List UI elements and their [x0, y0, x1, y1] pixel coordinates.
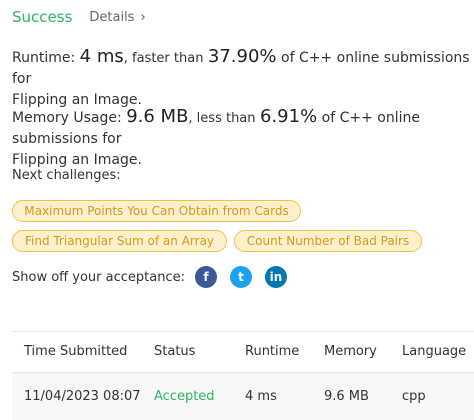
memory-value: 9.6 MB: [126, 106, 189, 127]
details-label: Details: [89, 9, 135, 25]
runtime-comparison: , faster than: [123, 51, 204, 66]
details-link[interactable]: Details ›: [89, 10, 145, 25]
chevron-right-icon: ›: [140, 9, 146, 25]
memory-comparison: , less than: [188, 111, 256, 126]
cell-language: cpp: [402, 389, 426, 404]
runtime-value: 4 ms: [79, 46, 124, 67]
column-header-time[interactable]: Time Submitted: [24, 344, 127, 359]
cell-time: 11/04/2023 08:07: [24, 389, 141, 404]
runtime-label: Runtime:: [12, 50, 76, 66]
column-header-language[interactable]: Language: [402, 344, 466, 359]
next-challenges-label: Next challenges:: [12, 168, 121, 183]
column-header-status[interactable]: Status: [154, 344, 195, 359]
linkedin-icon[interactable]: in: [265, 266, 287, 288]
challenge-pill[interactable]: Count Number of Bad Pairs: [234, 230, 422, 252]
cell-runtime: 4 ms: [245, 389, 277, 404]
cell-status-accepted[interactable]: Accepted: [154, 389, 215, 404]
memory-percent: 6.91%: [259, 106, 318, 127]
column-header-memory[interactable]: Memory: [324, 344, 377, 359]
column-header-runtime[interactable]: Runtime: [245, 344, 299, 359]
submissions-table: Time Submitted Status Runtime Memory Lan…: [12, 331, 474, 420]
status-success: Success: [12, 8, 73, 26]
memory-problem: Flipping an Image.: [12, 152, 142, 168]
memory-label: Memory Usage:: [12, 110, 122, 126]
cell-memory: 9.6 MB: [324, 389, 369, 404]
facebook-icon[interactable]: f: [195, 266, 217, 288]
challenge-pill[interactable]: Find Triangular Sum of an Array: [12, 230, 227, 252]
challenge-pill[interactable]: Maximum Points You Can Obtain from Cards: [12, 200, 301, 222]
result-header: Success Details ›: [12, 6, 146, 28]
memory-summary: Memory Usage: 9.6 MB, less than 6.91% of…: [12, 106, 474, 171]
twitter-icon[interactable]: t: [230, 266, 252, 288]
share-label: Show off your acceptance:: [12, 270, 185, 285]
runtime-summary: Runtime: 4 ms, faster than 37.90% of C++…: [12, 46, 474, 111]
runtime-percent: 37.90%: [207, 46, 277, 67]
